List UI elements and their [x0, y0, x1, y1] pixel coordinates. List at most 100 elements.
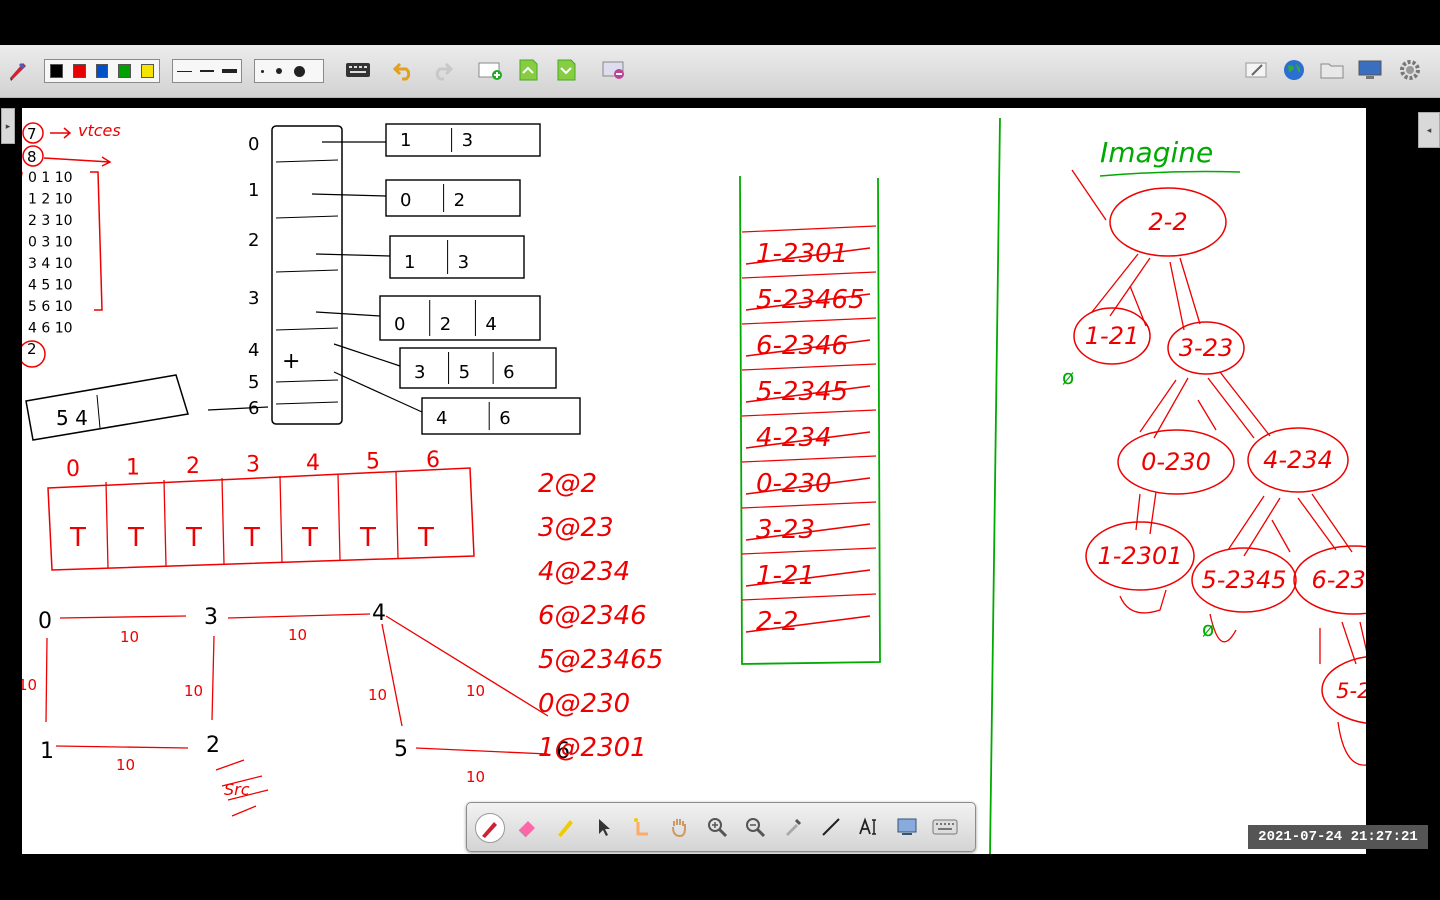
- laser-pointer-icon[interactable]: [627, 813, 655, 841]
- left-panel-toggle[interactable]: ▸: [1, 108, 15, 144]
- color-black[interactable]: [50, 64, 63, 78]
- line-thick[interactable]: [222, 69, 238, 73]
- edge-line: 0 1 10: [28, 170, 73, 186]
- zoom-in-icon[interactable]: [703, 813, 731, 841]
- dot-large[interactable]: [294, 65, 305, 77]
- whiteboard-drawing: 7 vtces 8 0 1 101 2 102 3 100 3 103 4 10…: [15, 117, 1439, 855]
- visited-cell: T: [127, 523, 144, 553]
- tree-node: 3-23: [1179, 334, 1233, 362]
- path-entry: 3@23: [538, 513, 614, 543]
- adj-list-entry: 5: [459, 362, 470, 383]
- folder-icon[interactable]: [1318, 57, 1346, 83]
- adj-index-label: 3: [248, 288, 259, 309]
- right-panel-toggle[interactable]: ◂: [1418, 112, 1440, 148]
- highlighter-icon[interactable]: [551, 813, 579, 841]
- adj-list-entry: 4: [485, 314, 496, 335]
- visited-cell: T: [243, 523, 260, 553]
- graph-node: 5: [394, 737, 408, 762]
- adj-index-label: 1: [248, 180, 259, 201]
- dot-small[interactable]: [261, 69, 264, 73]
- graph-node: 1: [40, 739, 54, 764]
- edit-icon[interactable]: [1242, 57, 1270, 83]
- path-entry: 1@2301: [538, 733, 647, 763]
- adj-index-label: 0: [248, 134, 259, 155]
- color-red[interactable]: [72, 64, 86, 78]
- edge-line: 0 3 10: [28, 235, 73, 251]
- svg-text:ø: ø: [1202, 617, 1214, 641]
- screen-clip-icon[interactable]: [893, 813, 921, 841]
- line-thin[interactable]: [177, 70, 192, 72]
- edge-line: 5 6 10: [28, 299, 73, 315]
- eyedropper-icon[interactable]: [779, 813, 807, 841]
- graph-node: 0: [38, 609, 52, 634]
- imagine-title: Imagine: [1100, 136, 1213, 169]
- adj-list-entry: 1: [404, 252, 415, 273]
- gear-icon[interactable]: [1396, 57, 1424, 83]
- path-entry: 2@2: [538, 469, 597, 499]
- visited-index: 1: [126, 456, 140, 481]
- drawing-tools-palette: [466, 802, 976, 852]
- queue-box-values: 5 4: [56, 406, 88, 430]
- adj-list-entry: 6: [499, 408, 510, 429]
- adj-index-label: 2: [248, 230, 259, 251]
- visited-index: 2: [186, 454, 200, 479]
- color-blue[interactable]: [95, 64, 109, 78]
- adj-list-entry: 1: [400, 130, 411, 151]
- screen-capture-icon[interactable]: [600, 57, 628, 83]
- adj-list-entry: 2: [440, 314, 451, 335]
- line-medium[interactable]: [199, 70, 215, 72]
- tree-node: 0-230: [1141, 448, 1211, 476]
- text-tool-icon[interactable]: [855, 813, 883, 841]
- graph-node: 3: [204, 605, 218, 630]
- recording-timestamp: 2021-07-24 21:27:21: [1248, 825, 1428, 849]
- graph-weight: 10: [466, 768, 485, 786]
- hand-pan-icon[interactable]: [665, 813, 693, 841]
- edge-line: 4 6 10: [28, 321, 73, 337]
- bottom-bar: [0, 854, 1440, 900]
- graph-node: 4: [372, 601, 386, 626]
- visited-index: 5: [366, 450, 380, 475]
- tree-node: 6-2346: [1311, 566, 1366, 594]
- redo-icon[interactable]: [428, 57, 456, 83]
- previous-page-icon[interactable]: [514, 57, 542, 83]
- svg-text:ø: ø: [1062, 365, 1074, 389]
- color-yellow[interactable]: [141, 64, 154, 78]
- color-palette: [44, 59, 160, 83]
- zoom-out-icon[interactable]: [741, 813, 769, 841]
- line-width-group: [172, 59, 242, 83]
- edge-line: 4 5 10: [28, 278, 73, 294]
- eraser-icon[interactable]: [513, 813, 541, 841]
- path-entry: 4@234: [538, 557, 630, 587]
- stack-item: 5-23465: [756, 285, 865, 315]
- globe-icon[interactable]: [1280, 57, 1308, 83]
- visited-index: 0: [66, 457, 80, 482]
- graph-weight: 10: [184, 682, 203, 700]
- adj-list-entry: 0: [394, 314, 405, 335]
- visited-index: 3: [246, 453, 260, 478]
- adj-list-entry: 6: [503, 362, 514, 383]
- input-vertex-count: 7: [27, 125, 37, 143]
- pen-tool-icon[interactable]: [475, 813, 505, 843]
- undo-icon[interactable]: [390, 57, 418, 83]
- pen-icon[interactable]: [4, 57, 32, 83]
- whiteboard-canvas[interactable]: 7 vtces 8 0 1 10 1 2 10 2 3 10 0 3 10 3 4 10…: [15, 108, 1439, 855]
- line-tool-icon[interactable]: [817, 813, 845, 841]
- dot-size-group: [254, 59, 324, 83]
- path-entry: 0@230: [538, 689, 630, 719]
- dot-medium[interactable]: [276, 68, 282, 74]
- adj-list-entry: 3: [414, 362, 425, 383]
- onscreen-keyboard-icon[interactable]: [931, 813, 959, 841]
- main-toolbar: [0, 45, 1440, 98]
- new-page-icon[interactable]: [476, 57, 504, 83]
- visited-cell: T: [301, 523, 318, 553]
- tree-node: 2-2: [1148, 208, 1187, 236]
- monitor-icon[interactable]: [1356, 57, 1384, 83]
- visited-cell: T: [185, 523, 202, 553]
- pointer-icon[interactable]: [589, 813, 617, 841]
- keyboard-icon[interactable]: [344, 57, 372, 83]
- next-page-icon[interactable]: [552, 57, 580, 83]
- graph-node: 2: [206, 733, 220, 758]
- adj-list-entry: 4: [436, 408, 447, 429]
- tree-node: 1-21: [1085, 322, 1139, 350]
- color-green[interactable]: [118, 64, 132, 78]
